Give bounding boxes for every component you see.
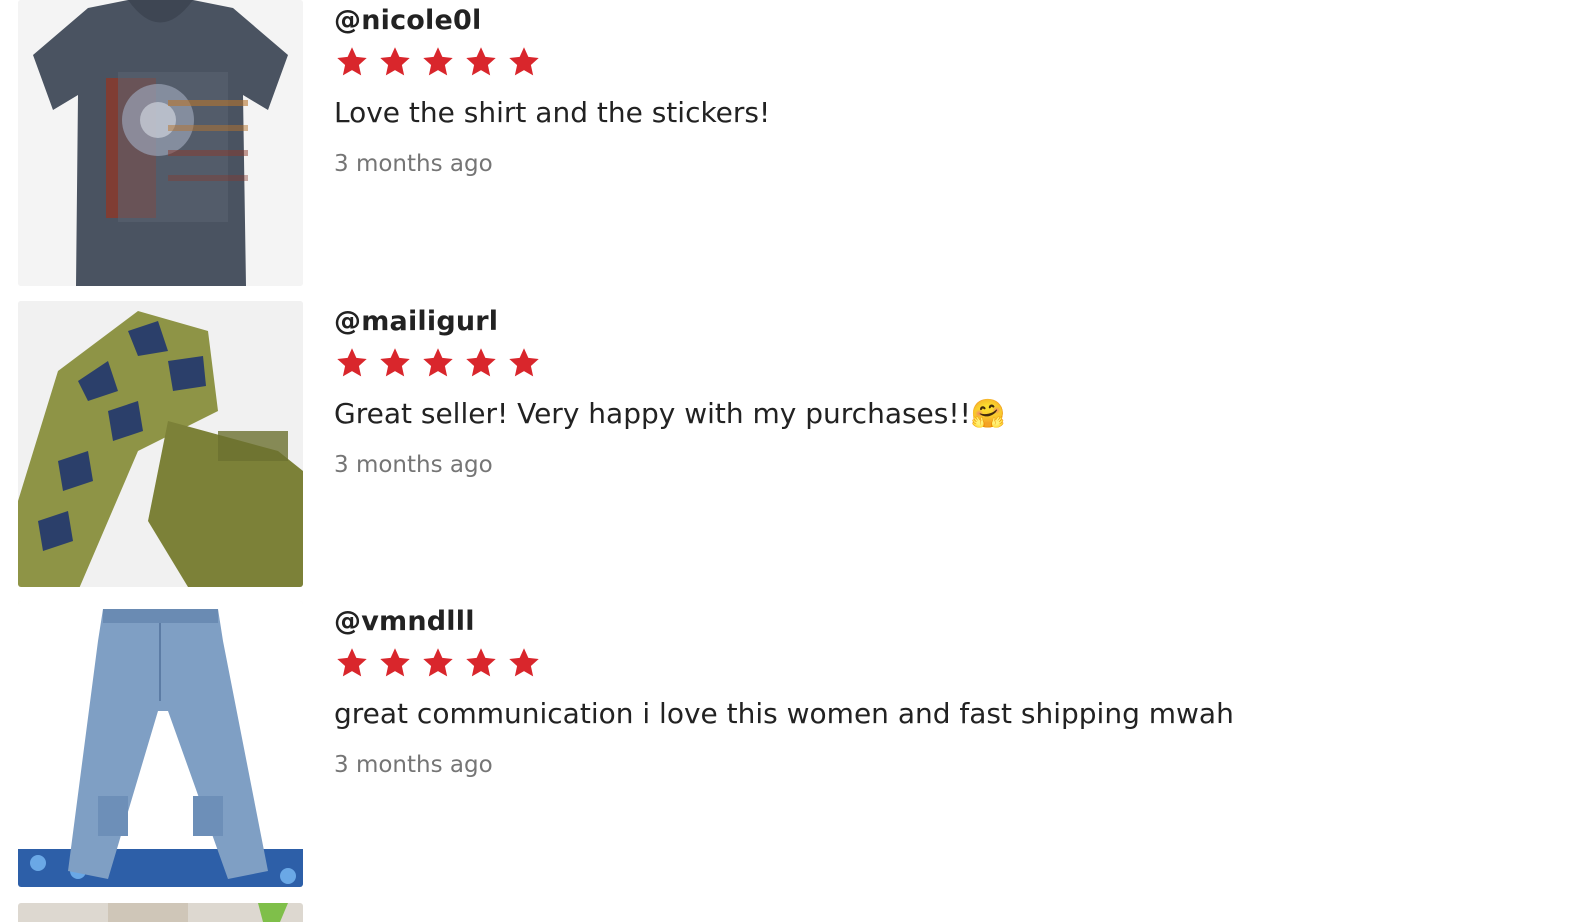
star-icon bbox=[334, 345, 370, 381]
reviewer-username[interactable]: @nicole0l bbox=[334, 4, 1558, 38]
review-item: @mailigurl Great seller! Very happy with… bbox=[18, 301, 1558, 587]
star-icon bbox=[377, 645, 413, 681]
review-timestamp: 3 months ago bbox=[334, 452, 493, 478]
reviewer-username[interactable]: @vmndlll bbox=[334, 605, 1558, 639]
star-rating bbox=[334, 345, 1558, 381]
review-body: @mailigurl Great seller! Very happy with… bbox=[334, 301, 1558, 480]
review-comment: great communication i love this women an… bbox=[334, 697, 1234, 730]
jeans-image bbox=[18, 601, 303, 887]
star-rating bbox=[334, 44, 1558, 80]
review-timestamp: 3 months ago bbox=[334, 752, 493, 778]
star-icon bbox=[506, 44, 542, 80]
tshirt-image bbox=[18, 0, 303, 286]
review-body: @nicole0l Love the shirt and the sticker… bbox=[334, 0, 1558, 179]
star-icon bbox=[463, 44, 499, 80]
star-icon bbox=[334, 44, 370, 80]
star-icon bbox=[506, 645, 542, 681]
review-product-image[interactable] bbox=[18, 0, 303, 286]
next-review-image-partial[interactable] bbox=[18, 903, 303, 922]
review-comment: Love the shirt and the stickers! bbox=[334, 96, 771, 129]
star-icon bbox=[377, 345, 413, 381]
review-item: @vmndlll great communication i love this… bbox=[18, 601, 1558, 887]
star-icon bbox=[334, 645, 370, 681]
star-rating bbox=[334, 645, 1558, 681]
star-icon bbox=[463, 645, 499, 681]
review-timestamp: 3 months ago bbox=[334, 151, 493, 177]
star-icon bbox=[377, 44, 413, 80]
review-body: @vmndlll great communication i love this… bbox=[334, 601, 1558, 780]
star-icon bbox=[420, 44, 456, 80]
review-product-image[interactable] bbox=[18, 301, 303, 587]
review-item: @nicole0l Love the shirt and the sticker… bbox=[18, 0, 1558, 286]
review-list: @nicole0l Love the shirt and the sticker… bbox=[0, 0, 1586, 922]
star-icon bbox=[463, 345, 499, 381]
tie-dye-set-image bbox=[18, 301, 303, 587]
star-icon bbox=[420, 645, 456, 681]
star-icon bbox=[420, 345, 456, 381]
review-product-image[interactable] bbox=[18, 601, 303, 887]
star-icon bbox=[506, 345, 542, 381]
partial-product-image bbox=[18, 903, 303, 922]
reviewer-username[interactable]: @mailigurl bbox=[334, 305, 1558, 339]
review-comment: Great seller! Very happy with my purchas… bbox=[334, 397, 1006, 430]
